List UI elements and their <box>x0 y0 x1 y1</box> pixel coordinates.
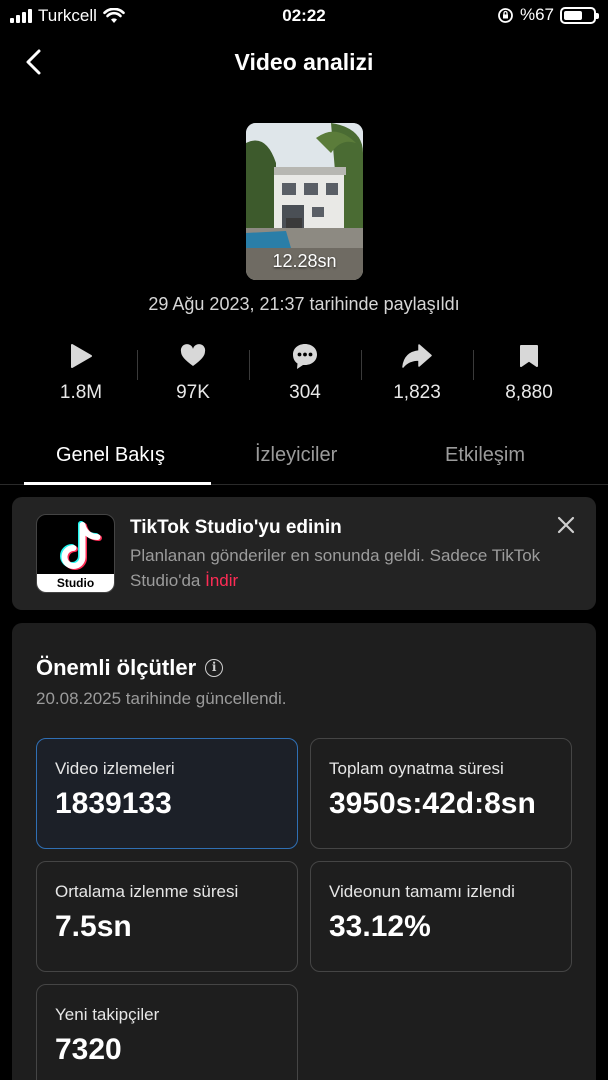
logo-studio-label: Studio <box>37 574 114 592</box>
active-tab-indicator <box>24 482 211 485</box>
metrics-title-row: Önemli ölçütler i <box>36 655 224 681</box>
metric-card-average-watch-time[interactable]: Ortalama izlenme süresi 7.5sn <box>36 861 298 972</box>
metric-card-new-followers[interactable]: Yeni takipçiler 7320 <box>36 984 298 1080</box>
metric-value: 1839133 <box>55 787 172 820</box>
bookmark-icon <box>520 345 538 367</box>
comment-icon <box>293 344 317 369</box>
promo-body: Planlanan gönderiler en sonunda geldi. S… <box>130 543 550 593</box>
studio-promo-banner[interactable]: Studio TikTok Studio'yu edinin Planlanan… <box>12 497 596 610</box>
stat-value: 97K <box>176 382 210 403</box>
stats-row: 1.8M 97K 304 1,823 8,880 <box>25 340 585 410</box>
header: Video analizi <box>0 40 608 84</box>
info-icon[interactable]: i <box>205 659 224 677</box>
status-bar: Turkcell 02:22 %67 <box>0 0 608 32</box>
tab-bar: Genel Bakış İzleyiciler Etkileşim <box>0 436 608 485</box>
stat-likes: 97K <box>137 340 249 410</box>
video-duration: 12.28sn <box>272 251 337 271</box>
metric-value: 7.5sn <box>55 910 132 943</box>
stat-comments: 304 <box>249 340 361 410</box>
page-title: Video analizi <box>234 49 374 75</box>
close-icon <box>557 516 575 534</box>
stat-shares: 1,823 <box>361 340 473 410</box>
stat-value: 304 <box>289 382 321 403</box>
metric-label: Ortalama izlenme süresi <box>55 882 239 901</box>
promo-title: TikTok Studio'yu edinin <box>130 517 342 538</box>
key-metrics-panel: Önemli ölçütler i 20.08.2025 tarihinde g… <box>12 623 596 1080</box>
tab-engagement[interactable]: Etkileşim <box>445 444 525 467</box>
close-button[interactable] <box>556 515 576 535</box>
tab-overview[interactable]: Genel Bakış <box>56 444 165 467</box>
metric-label: Toplam oynatma süresi <box>329 759 504 778</box>
tiktok-note-icon <box>60 521 102 570</box>
heart-icon <box>180 344 206 366</box>
battery-percent: %67 <box>519 5 554 24</box>
play-icon <box>71 344 92 368</box>
stat-value: 1.8M <box>59 382 103 403</box>
tab-viewers[interactable]: İzleyiciler <box>255 444 337 467</box>
metric-value: 33.12% <box>329 910 431 943</box>
video-thumbnail[interactable]: 12.28sn <box>246 123 363 280</box>
metric-card-full-video-watched[interactable]: Videonun tamamı izlendi 33.12% <box>310 861 572 972</box>
metric-value: 3950s:42d:8sn <box>329 787 536 820</box>
share-icon <box>402 344 432 368</box>
metric-label: Videonun tamamı izlendi <box>329 882 515 901</box>
metric-card-video-views[interactable]: Video izlemeleri 1839133 <box>36 738 298 849</box>
tiktok-studio-logo: Studio <box>36 514 115 593</box>
shared-date: 29 Ağu 2023, 21:37 tarihinde paylaşıldı <box>148 294 460 314</box>
stat-value: 1,823 <box>393 382 441 403</box>
battery-icon <box>560 6 599 24</box>
download-link[interactable]: İndir <box>205 571 238 590</box>
metrics-updated: 20.08.2025 tarihinde güncellendi. <box>36 689 287 708</box>
promo-body-text: Planlanan gönderiler en sonunda geldi. S… <box>130 546 541 590</box>
metric-label: Video izlemeleri <box>55 759 175 778</box>
metric-card-total-watch-time[interactable]: Toplam oynatma süresi 3950s:42d:8sn <box>310 738 572 849</box>
metric-label: Yeni takipçiler <box>55 1005 160 1024</box>
stat-views: 1.8M <box>25 340 137 410</box>
stat-saves: 8,880 <box>473 340 585 410</box>
stat-value: 8,880 <box>505 382 553 403</box>
metric-value: 7320 <box>55 1033 122 1066</box>
metrics-title: Önemli ölçütler <box>36 655 197 680</box>
orientation-lock-icon <box>498 7 513 23</box>
